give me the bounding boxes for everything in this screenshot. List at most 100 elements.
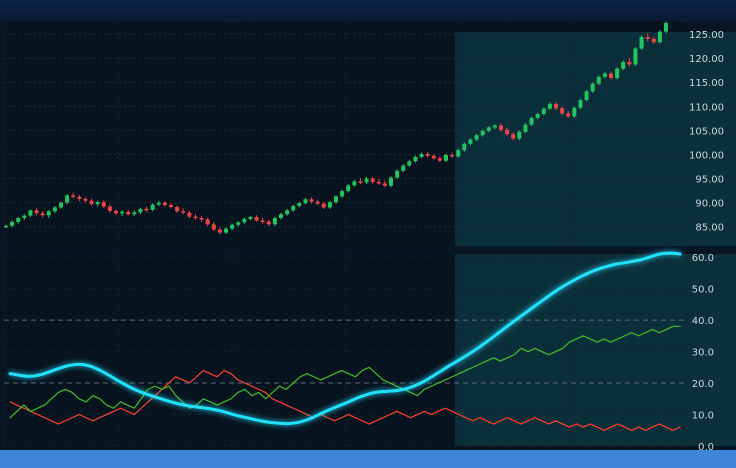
candle-body — [382, 183, 387, 186]
candle-up — [529, 116, 534, 127]
candle-body — [162, 202, 167, 206]
candle-body — [554, 103, 558, 109]
candle-body — [28, 210, 33, 216]
candle-body — [285, 210, 290, 215]
candle-body — [101, 202, 106, 207]
candle-body — [609, 73, 613, 78]
indicator-tick-label: 10.0 — [692, 411, 714, 422]
candle-body — [651, 38, 656, 43]
indicator-tick-label: 30.0 — [692, 348, 714, 359]
candle-body — [175, 206, 180, 212]
candle-body — [437, 158, 442, 161]
price-tick-label: 85.00 — [695, 223, 724, 234]
candle-body — [150, 204, 155, 210]
indicator-tick-label: 40.0 — [692, 316, 714, 327]
candle-body — [334, 196, 338, 203]
candle-body — [505, 129, 510, 135]
candle-body — [547, 103, 552, 109]
indicator-tick-label: 60.0 — [692, 253, 714, 264]
candle-body — [327, 202, 332, 208]
candle-body — [596, 76, 601, 84]
candle-body — [578, 100, 583, 108]
candle-body — [364, 178, 369, 183]
candle-body — [193, 216, 198, 219]
candle-body — [205, 219, 210, 225]
candle-up — [523, 123, 528, 134]
indicator-tick-label: 20.0 — [692, 379, 714, 390]
candle-body — [401, 165, 406, 171]
candle-up — [590, 82, 595, 93]
indicator-tick-label: 50.0 — [692, 285, 714, 296]
candle-body — [584, 91, 589, 101]
candle-body — [71, 195, 76, 197]
candle-body — [279, 214, 283, 219]
candle-body — [419, 153, 424, 157]
candle-body — [321, 203, 326, 208]
candle-body — [456, 150, 461, 157]
candle-body — [309, 199, 314, 202]
price-tick-label: 105.00 — [689, 126, 724, 137]
candle-body — [376, 181, 381, 184]
candle-body — [450, 154, 455, 157]
price-tick-label: 125.00 — [689, 30, 724, 41]
candle-body — [156, 202, 161, 205]
candle-body — [529, 117, 534, 125]
candle-body — [370, 178, 375, 182]
candle-body — [602, 73, 607, 77]
candle-body — [266, 221, 271, 225]
candle-body — [627, 61, 632, 65]
candle-body — [621, 61, 626, 69]
candle-body — [254, 217, 259, 221]
candle-body — [59, 202, 63, 208]
candle-body — [560, 108, 565, 114]
candle-body — [541, 108, 546, 115]
candle-body — [315, 201, 320, 204]
candle-body — [425, 153, 430, 156]
price-tick-label: 100.00 — [689, 150, 724, 161]
candle-body — [65, 195, 70, 203]
candle-body — [346, 185, 351, 192]
candle-up — [584, 89, 589, 102]
candle-body — [389, 177, 393, 186]
candle-body — [83, 198, 88, 201]
candle-body — [169, 205, 173, 207]
candle-body — [474, 135, 479, 140]
candle-body — [199, 218, 204, 220]
candle-up — [615, 67, 620, 80]
candle-body — [181, 211, 186, 213]
candle-body — [248, 217, 253, 220]
candle-body — [407, 161, 412, 166]
candle-up — [657, 30, 662, 44]
candle-body — [120, 211, 125, 214]
price-tick-label: 110.00 — [689, 102, 724, 113]
price-tick-label: 115.00 — [689, 78, 724, 89]
candle-body — [657, 31, 662, 43]
candle-body — [138, 208, 143, 213]
chart-canvas: 85.00 90.00 95.00 100.00 105.00 110.00 115.00 1… — [0, 0, 736, 468]
candle-body — [499, 125, 503, 130]
candle-body — [291, 206, 296, 211]
candle-body — [272, 218, 277, 225]
candle-body — [480, 130, 485, 136]
candle-body — [95, 202, 100, 205]
candle-body — [40, 213, 45, 216]
candle-body — [590, 83, 595, 92]
candle-body — [645, 36, 650, 39]
candle-body — [535, 114, 540, 118]
candle-body — [297, 203, 302, 207]
candle-up — [389, 176, 393, 188]
candle-up — [572, 106, 577, 118]
candle-up — [65, 193, 70, 205]
candle-body — [358, 181, 363, 183]
candle-body — [633, 48, 638, 65]
candle-body — [34, 210, 39, 214]
candle-body — [236, 222, 241, 225]
candle-body — [431, 155, 436, 159]
candle-body — [517, 131, 522, 139]
candle-body — [132, 212, 137, 215]
candle-body — [639, 36, 644, 49]
candle-body — [16, 218, 21, 222]
candle-up — [517, 130, 522, 141]
candle-body — [211, 224, 216, 230]
candle-up — [664, 21, 668, 34]
